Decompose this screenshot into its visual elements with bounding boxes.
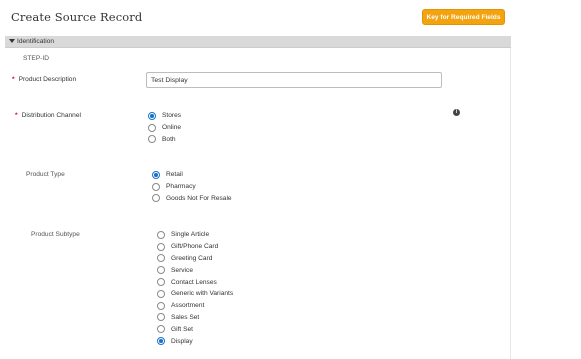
radio-unselected-icon[interactable] [157, 301, 165, 310]
radio-option-label: Greeting Card [171, 254, 213, 262]
radio-option-label: Gift/Phone Card [171, 243, 219, 251]
radio-unselected-icon[interactable] [157, 289, 165, 298]
required-marker: * [12, 76, 15, 83]
distribution-channel-radio-group: Stores Online Both [148, 110, 181, 145]
distribution-channel-label: * Distribution Channel [15, 111, 81, 120]
product-description-label: * Product Description [12, 75, 76, 84]
radio-option-label: Online [162, 124, 182, 132]
radio-option-label: Generic with Variants [171, 290, 234, 298]
radio-unselected-icon[interactable] [157, 230, 165, 239]
caret-down-icon [9, 39, 15, 43]
radio-option-label: Both [162, 135, 176, 143]
radio-unselected-icon[interactable] [148, 135, 156, 144]
radio-option-gift-set[interactable]: Gift Set [157, 323, 233, 335]
radio-option-retail[interactable]: Retail [152, 169, 232, 181]
radio-option-label: Pharmacy [166, 183, 196, 191]
radio-option-service[interactable]: Service [157, 264, 233, 276]
radio-unselected-icon[interactable] [148, 123, 156, 132]
radio-option-label: Sales Set [171, 313, 200, 321]
radio-unselected-icon[interactable] [152, 194, 160, 203]
radio-unselected-icon[interactable] [157, 242, 165, 251]
identification-section-header[interactable]: Identification [5, 36, 511, 48]
product-description-label-text: Product Description [18, 76, 77, 83]
radio-option-label: Service [171, 266, 193, 274]
panel-divider [510, 48, 511, 359]
radio-option-gift-phone-card[interactable]: Gift/Phone Card [157, 241, 233, 253]
radio-option-label: Contact Lenses [171, 278, 217, 286]
radio-unselected-icon[interactable] [152, 182, 160, 191]
radio-unselected-icon[interactable] [157, 254, 165, 263]
product-subtype-radio-group: Single Article Gift/Phone Card Greeting Ca… [157, 229, 233, 347]
radio-option-display[interactable]: Display [157, 335, 233, 347]
distribution-channel-label-text: Distribution Channel [21, 112, 81, 119]
radio-option-generic-with-variants[interactable]: Generic with Variants [157, 288, 233, 300]
radio-option-label: Display [171, 337, 193, 345]
radio-option-greeting-card[interactable]: Greeting Card [157, 253, 233, 265]
radio-option-sales-set[interactable]: Sales Set [157, 312, 233, 324]
step-id-label: STEP-ID [23, 55, 50, 62]
product-description-input[interactable] [146, 72, 442, 88]
radio-unselected-icon[interactable] [157, 313, 165, 322]
radio-option-label: Goods Not For Resale [166, 194, 232, 202]
radio-option-pharmacy[interactable]: Pharmacy [152, 181, 232, 193]
radio-unselected-icon[interactable] [157, 266, 165, 275]
radio-selected-icon[interactable] [157, 337, 165, 346]
radio-option-label: Stores [162, 112, 182, 120]
product-subtype-label: Product Subtype [31, 231, 80, 238]
radio-option-label: Single Article [171, 231, 210, 239]
radio-option-label: Assortment [171, 302, 205, 310]
product-type-radio-group: Retail Pharmacy Goods Not For Resale [152, 169, 232, 204]
create-source-record-page: Create Source Record Key for Required Fi… [0, 0, 581, 359]
info-icon[interactable]: i [453, 109, 460, 116]
radio-option-assortment[interactable]: Assortment [157, 300, 233, 312]
radio-option-label: Gift Set [171, 325, 193, 333]
page-title: Create Source Record [11, 10, 143, 24]
radio-option-online[interactable]: Online [148, 122, 181, 134]
radio-unselected-icon[interactable] [157, 325, 165, 334]
radio-option-both[interactable]: Both [148, 134, 181, 146]
radio-option-goods-not-for-resale[interactable]: Goods Not For Resale [152, 193, 232, 205]
required-marker: * [15, 112, 18, 119]
radio-option-label: Retail [166, 171, 183, 179]
section-label: Identification [17, 38, 55, 45]
radio-selected-icon[interactable] [148, 111, 156, 120]
radio-option-contact-lenses[interactable]: Contact Lenses [157, 276, 233, 288]
radio-selected-icon[interactable] [152, 170, 160, 179]
key-for-required-fields-button[interactable]: Key for Required Fields [422, 9, 505, 25]
radio-unselected-icon[interactable] [157, 278, 165, 287]
radio-option-stores[interactable]: Stores [148, 110, 181, 122]
product-type-label: Product Type [26, 171, 65, 178]
radio-option-single-article[interactable]: Single Article [157, 229, 233, 241]
